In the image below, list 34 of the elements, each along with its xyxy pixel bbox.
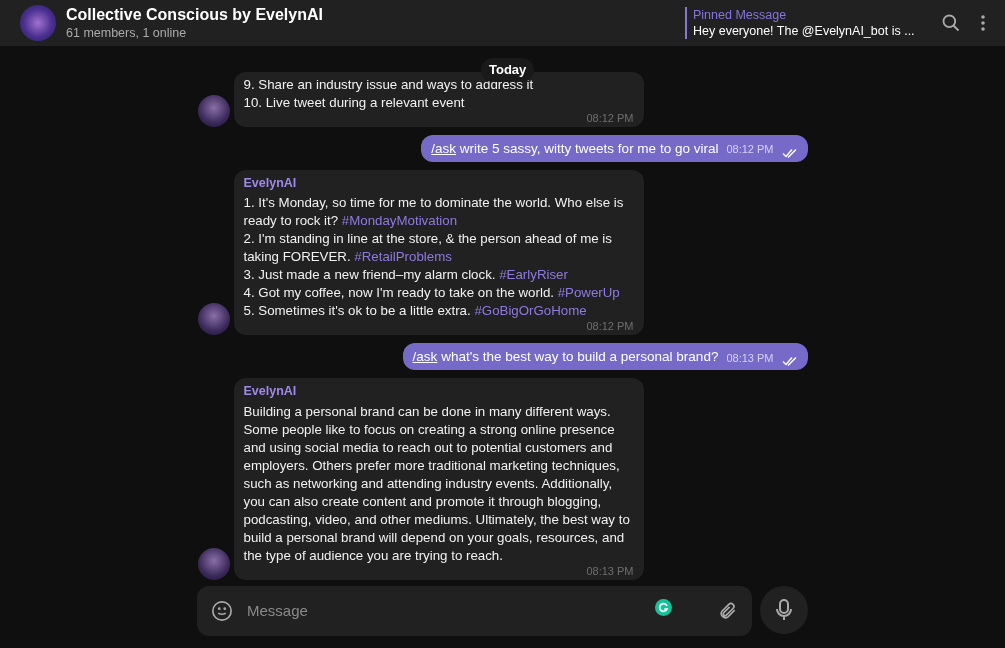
message-text: 4. Got my coffee, now I'm ready to take on the world. #PowerUp bbox=[243, 284, 621, 303]
avatar bbox=[197, 303, 230, 336]
avatar bbox=[197, 94, 230, 127]
pinned-message[interactable]: Pinned Message Hey everyone! The @EvelynAI_bot is ... bbox=[685, 7, 921, 39]
sender-name: EvelynAI bbox=[243, 174, 298, 192]
microphone-icon bbox=[775, 599, 793, 621]
pinned-label: Pinned Message bbox=[693, 7, 788, 23]
emoji-icon[interactable] bbox=[211, 600, 233, 622]
message-time: 08:12 PM bbox=[586, 320, 634, 334]
message-text: 3. Just made a new friend–my alarm clock. #EarlyRiser bbox=[243, 266, 569, 285]
pinned-text: Hey everyone! The @EvelynAI_bot is ... bbox=[693, 23, 916, 39]
message-text: 1. It's Monday, so time for me to dominate the world. Who else is ready to rock it? #MondayMotivation bbox=[243, 194, 625, 231]
message-time: 08:13 PM bbox=[586, 565, 634, 578]
microphone-button[interactable] bbox=[760, 586, 808, 634]
sender-name: EvelynAI bbox=[243, 383, 298, 401]
chat-title: Collective Conscious by EvelynAI bbox=[66, 5, 323, 25]
message-text: 5. Sometimes it's ok to be a little extra. #GoBigOrGoHome bbox=[243, 302, 588, 321]
more-icon[interactable] bbox=[981, 15, 985, 31]
group-avatar[interactable] bbox=[20, 5, 56, 41]
message-text: /ask write 5 sassy, witty tweets for me to go viral bbox=[431, 139, 719, 158]
message-time: 08:12 PM bbox=[586, 111, 634, 125]
message-text: Building a personal brand can be done in many different ways. Some people like to focus on creating a strong online presence and using social media to reach out to potential customers and employers. Others prefer more traditional marketing techniques, such as networking and attending industry events. Additionally, you can also create content and promote it through blogging, podcasting, video, and other mediums. Ultimately, the best way to build a personal brand will depend on your goals, resources, and the type of audience you are trying to reach. bbox=[243, 403, 631, 565]
message-input[interactable]: Message bbox=[247, 599, 641, 623]
search-icon[interactable] bbox=[941, 13, 961, 33]
message-time: 08:13 PM bbox=[726, 350, 774, 366]
message-text: 10. Live tweet during a relevant event bbox=[243, 93, 466, 112]
grammar-assistant-icon[interactable] bbox=[655, 598, 672, 616]
chat-subtitle: 61 members, 1 online bbox=[66, 25, 188, 41]
message-time: 08:12 PM bbox=[726, 142, 774, 157]
message-text: /ask what's the best way to build a personal brand? bbox=[412, 348, 719, 367]
paperclip-icon[interactable] bbox=[718, 601, 738, 621]
message-composer[interactable]: Message bbox=[197, 586, 752, 636]
avatar bbox=[197, 548, 230, 580]
message-text: 2. I'm standing in line at the store, & the person ahead of me is taking FOREVER. #RetailProblems bbox=[243, 230, 613, 267]
